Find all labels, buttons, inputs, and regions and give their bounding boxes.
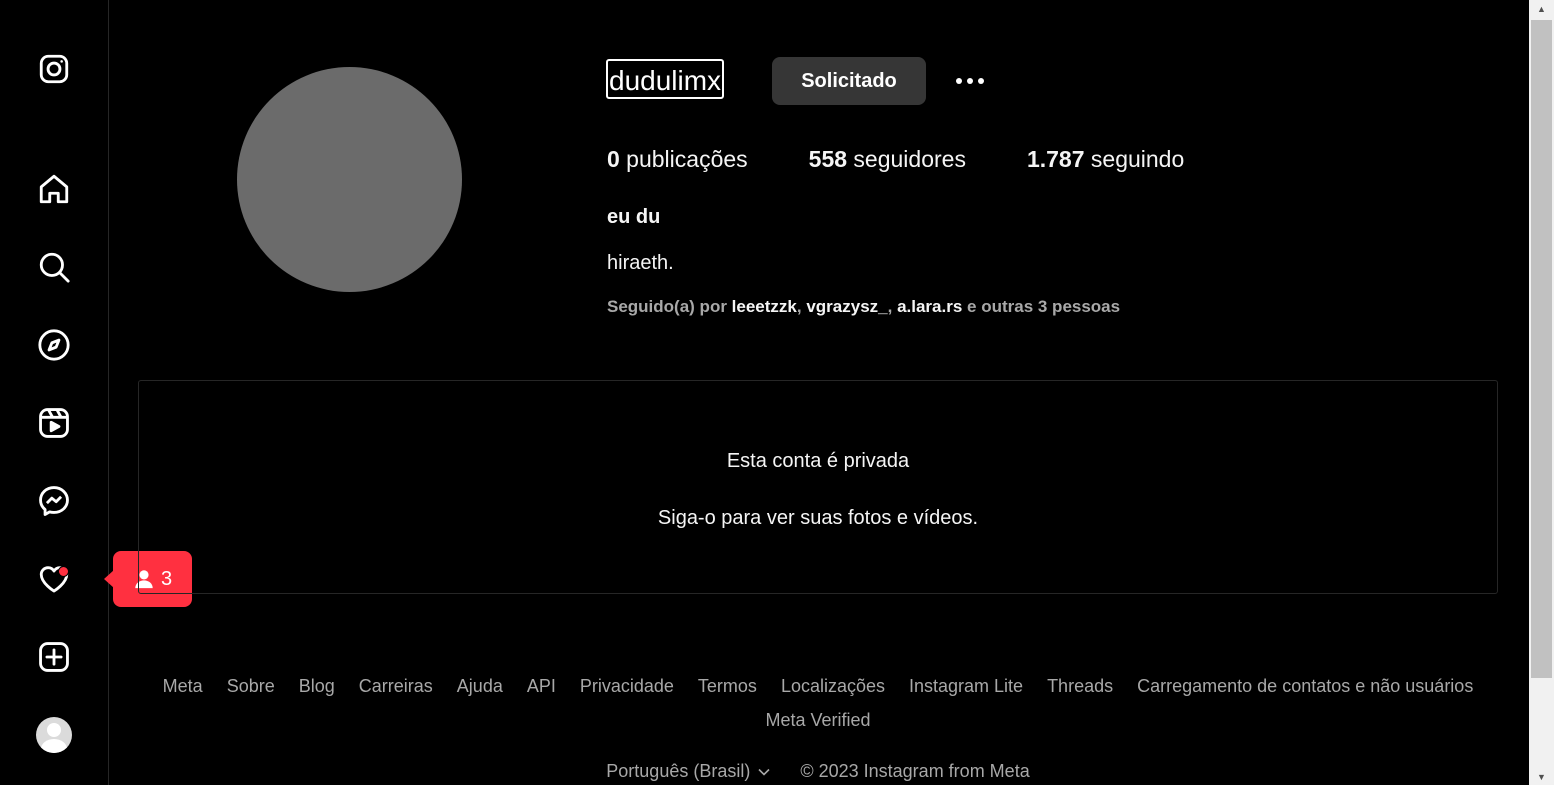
footer-link[interactable]: Termos [698, 674, 757, 698]
posts-count: 0 publicações [607, 146, 748, 172]
username: dudulimx [606, 59, 725, 99]
scrollbar-thumb[interactable] [1531, 20, 1552, 678]
footer-link[interactable]: Meta Verified [765, 708, 870, 732]
footer-link[interactable]: Meta [163, 674, 203, 698]
messenger-icon[interactable] [36, 483, 72, 519]
copyright: © 2023 Instagram from Meta [800, 761, 1030, 781]
profile-picture[interactable] [237, 67, 462, 292]
footer-link[interactable]: Sobre [227, 674, 275, 698]
footer-bottom: Português (Brasil) © 2023 Instagram from… [150, 761, 1486, 782]
follower-account[interactable]: leeetzzk [732, 297, 797, 316]
footer-link[interactable]: Privacidade [580, 674, 674, 698]
follower-account[interactable]: a.lara.rs [897, 297, 962, 316]
notification-dot [58, 566, 69, 577]
new-post-icon[interactable] [36, 639, 72, 675]
chevron-down-icon [758, 768, 770, 776]
search-icon[interactable] [36, 249, 72, 285]
sidebar [0, 0, 109, 785]
profile-stats: 0 publicações 558 seguidores 1.787 segui… [607, 146, 1245, 173]
profile-avatar[interactable] [36, 717, 72, 753]
language-selector[interactable]: Português (Brasil) [606, 761, 772, 782]
heart-icon[interactable] [36, 561, 72, 597]
footer-link[interactable]: Ajuda [457, 674, 503, 698]
footer-link[interactable]: Threads [1047, 674, 1113, 698]
scroll-up-arrow[interactable]: ▲ [1529, 0, 1554, 17]
private-subtitle: Siga-o para ver suas fotos e vídeos. [657, 507, 979, 529]
scroll-down-arrow[interactable]: ▼ [1529, 768, 1554, 785]
reels-icon[interactable] [36, 405, 72, 441]
private-title: Esta conta é privada [726, 450, 910, 472]
footer-link[interactable]: API [527, 674, 556, 698]
footer-links: Meta Sobre Blog Carreiras Ajuda API Priv… [150, 674, 1486, 732]
explore-icon[interactable] [36, 327, 72, 363]
follower-account[interactable]: vgrazysz_ [806, 297, 887, 316]
followers-count[interactable]: 558 seguidores [809, 146, 966, 173]
requested-button[interactable]: Solicitado [772, 57, 926, 105]
full-name: eu du [607, 206, 661, 228]
avatar [36, 717, 72, 753]
footer-link[interactable]: Blog [299, 674, 335, 698]
footer-link[interactable]: Carregamento de contatos e não usuários [1137, 674, 1473, 698]
scrollbar[interactable]: ▲ ▼ [1529, 0, 1554, 785]
footer-link[interactable]: Instagram Lite [909, 674, 1023, 698]
home-icon[interactable] [36, 171, 72, 207]
footer-link[interactable]: Localizações [781, 674, 885, 698]
more-options-icon[interactable] [952, 66, 988, 96]
instagram-logo-icon[interactable] [36, 51, 72, 87]
private-account-notice: Esta conta é privada Siga-o para ver sua… [138, 380, 1498, 594]
bio: hiraeth. [607, 252, 674, 274]
following-count[interactable]: 1.787 seguindo [1027, 146, 1184, 173]
followed-by[interactable]: Seguido(a) por leeetzzk, vgrazysz_, a.la… [607, 297, 1120, 317]
footer-link[interactable]: Carreiras [359, 674, 433, 698]
